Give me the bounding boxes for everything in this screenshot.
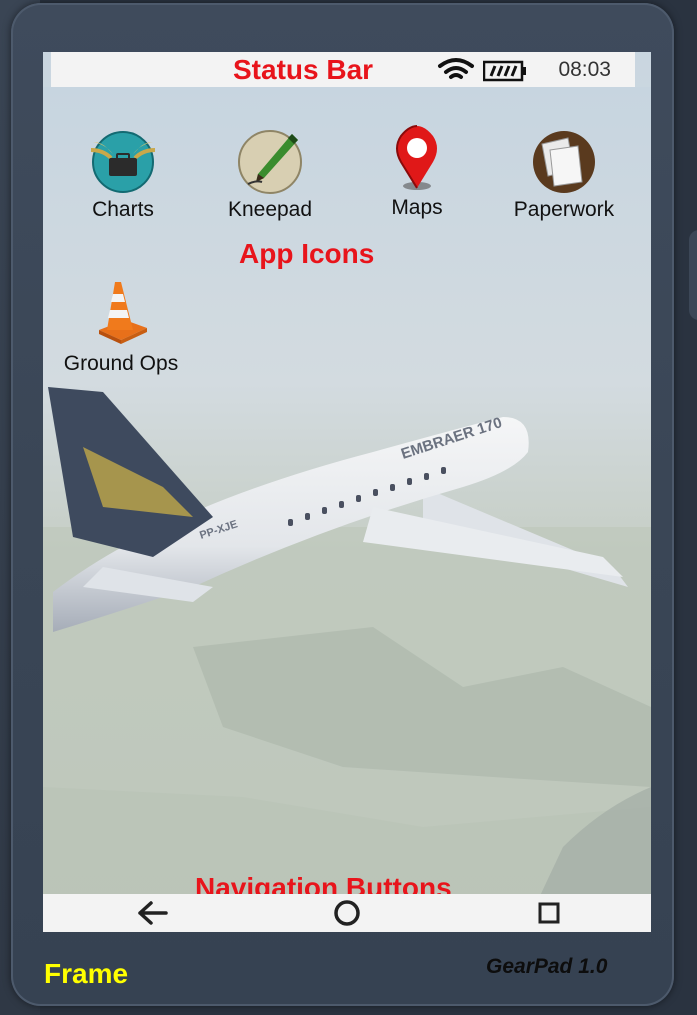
paperwork-icon	[533, 131, 595, 193]
app-label-charts: Charts	[92, 198, 154, 221]
kneepad-icon	[238, 130, 302, 194]
back-button[interactable]	[133, 897, 173, 929]
recents-button[interactable]	[529, 897, 569, 929]
charts-icon	[90, 131, 156, 193]
app-paperwork[interactable]: Paperwork	[499, 124, 629, 222]
navigation-bar	[43, 894, 651, 932]
wifi-icon	[438, 58, 474, 79]
brand-label: GearPad 1.0	[486, 955, 608, 978]
recents-square-icon	[538, 902, 560, 924]
battery-icon	[483, 60, 526, 82]
app-kneepad[interactable]: Kneepad	[205, 124, 335, 222]
app-label-ground-ops: Ground Ops	[63, 352, 179, 375]
app-label-paperwork: Paperwork	[513, 198, 615, 221]
app-label-maps: Maps	[391, 196, 443, 219]
traffic-cone-icon	[99, 282, 147, 344]
map-pin-icon	[396, 125, 437, 190]
app-ground-ops[interactable]: Ground Ops	[51, 278, 191, 376]
home-circle-icon	[334, 900, 360, 926]
home-button[interactable]	[327, 897, 367, 929]
clock: 08:03	[558, 58, 611, 81]
app-label-kneepad: Kneepad	[227, 198, 313, 221]
app-charts[interactable]: Charts	[58, 124, 188, 222]
app-icons-annotation: App Icons	[239, 238, 375, 269]
app-maps[interactable]: Maps	[352, 122, 482, 220]
status-bar: Status Bar 08:03	[51, 52, 635, 87]
status-bar-annotation: Status Bar	[233, 54, 374, 85]
screen: EMBRAER 170 PP-XJE Status Bar 08:03 Char…	[43, 52, 651, 932]
back-arrow-icon	[138, 901, 168, 925]
frame-annotation: Frame	[44, 958, 129, 989]
side-knob	[689, 230, 697, 320]
